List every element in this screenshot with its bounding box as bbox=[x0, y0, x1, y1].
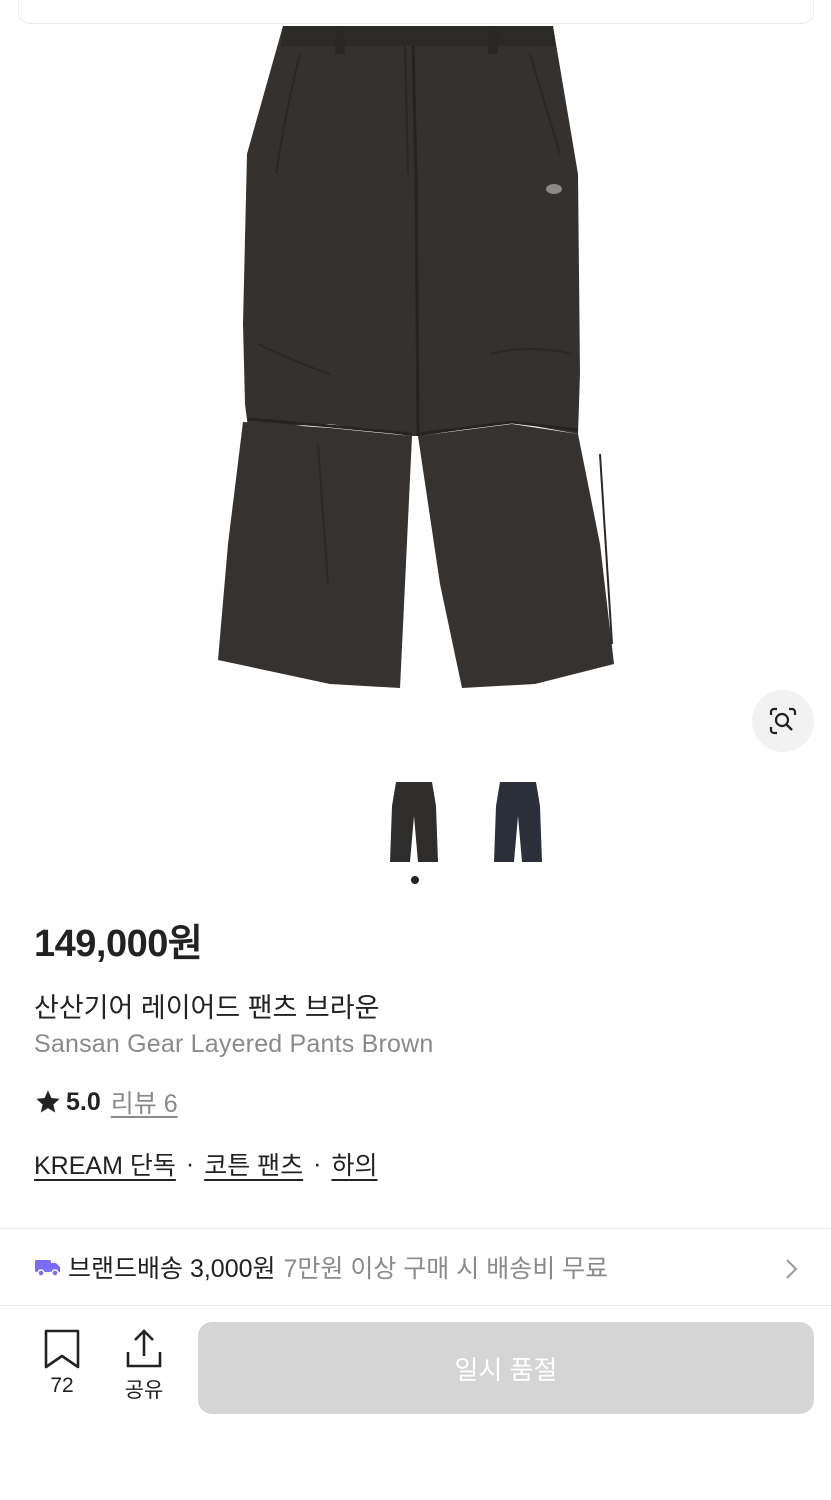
bookmark-icon bbox=[44, 1329, 80, 1369]
bookmark-button[interactable]: 72 bbox=[30, 1328, 94, 1418]
thumbnail-navy[interactable] bbox=[488, 776, 548, 868]
product-main-image[interactable] bbox=[0, 24, 831, 760]
tag-cotton-pants[interactable]: 코튼 팬츠 bbox=[204, 1146, 303, 1182]
tag-separator: · bbox=[185, 1149, 195, 1178]
product-title-english: Sansan Gear Layered Pants Brown bbox=[34, 1030, 434, 1058]
star-icon bbox=[36, 1090, 60, 1113]
lens-search-icon bbox=[769, 707, 797, 735]
tag-kream-exclusive[interactable]: KREAM 단독 bbox=[34, 1146, 176, 1182]
category-tags: KREAM 단독 · 코튼 팬츠 · 하의 bbox=[34, 1147, 377, 1181]
tag-separator: · bbox=[313, 1149, 322, 1178]
shipping-fee: 브랜드배송 3,000원 bbox=[68, 1255, 276, 1283]
thumbnail-strip bbox=[0, 776, 831, 871]
share-label: 공유 bbox=[124, 1379, 164, 1402]
top-sheet-edge bbox=[18, 0, 814, 24]
bottom-action-bar: 72 공유 일시 품절 bbox=[0, 1306, 831, 1500]
tag-bottoms[interactable]: 하의 bbox=[331, 1146, 377, 1182]
sold-out-button[interactable]: 일시 품절 bbox=[198, 1322, 814, 1414]
pants-illustration bbox=[218, 26, 614, 688]
thumbnail-navy-image bbox=[494, 782, 542, 862]
image-search-button[interactable] bbox=[752, 690, 814, 752]
shipping-info-row[interactable]: 브랜드배송 3,000원 7만원 이상 구매 시 배송비 무료 bbox=[0, 1229, 831, 1305]
review-count-link[interactable]: 리뷰 6 bbox=[111, 1084, 178, 1120]
thumbnail-brown-image bbox=[390, 782, 438, 862]
product-price: 149,000원 bbox=[34, 923, 203, 965]
shipping-free-condition: 7만원 이상 구매 시 배송비 무료 bbox=[283, 1255, 609, 1283]
rating-row: 5.0 리뷰 6 bbox=[34, 1086, 178, 1118]
truck-icon bbox=[35, 1260, 60, 1277]
bookmark-count: 72 bbox=[50, 1374, 74, 1397]
share-button[interactable]: 공유 bbox=[112, 1328, 176, 1418]
rating-value: 5.0 bbox=[66, 1087, 101, 1116]
gallery-page-dot bbox=[411, 876, 419, 884]
thumbnail-brown[interactable] bbox=[384, 776, 444, 868]
product-title-korean: 산산기어 레이어드 팬츠 브라운 bbox=[34, 993, 380, 1023]
share-icon bbox=[126, 1329, 162, 1368]
chevron-right-icon bbox=[786, 1259, 798, 1279]
